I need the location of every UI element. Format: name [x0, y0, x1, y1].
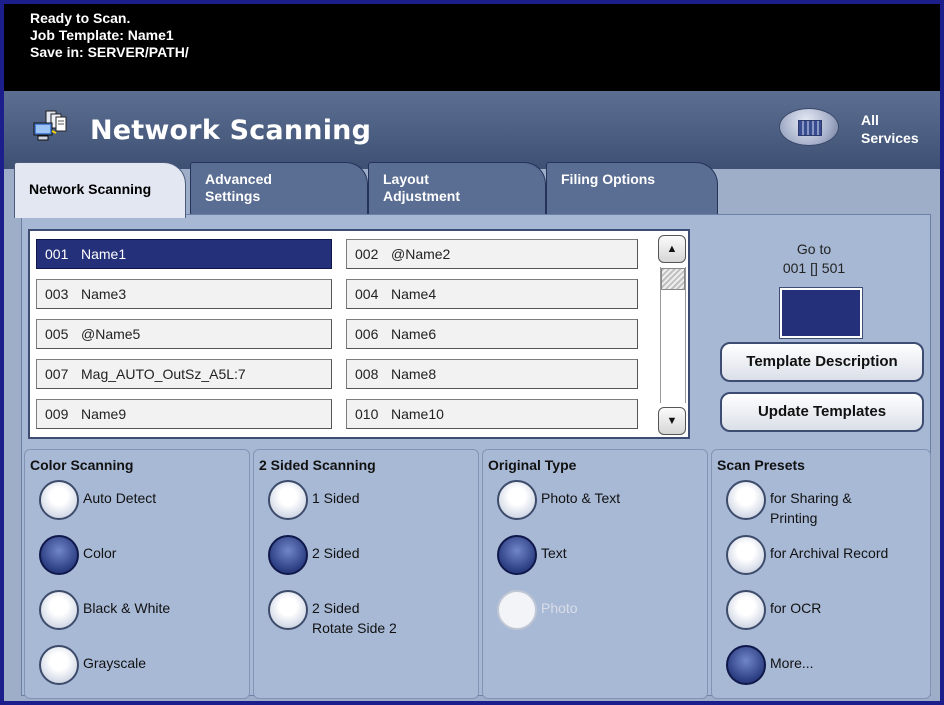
- list-scrollbar[interactable]: ▲ ▼: [658, 235, 686, 435]
- scan-presets-group: Scan Presets for Sharing & Printing for …: [711, 449, 931, 699]
- update-templates-button[interactable]: Update Templates: [720, 392, 924, 432]
- tab-advanced-settings[interactable]: Advanced Settings: [190, 162, 368, 214]
- list-item[interactable]: 004 Name4: [346, 279, 638, 309]
- group-title: 2 Sided Scanning: [259, 457, 376, 473]
- scroll-up-button[interactable]: ▲: [658, 235, 686, 263]
- all-services-label[interactable]: All Services: [861, 111, 919, 147]
- template-list: 001 Name1 002 @Name2 003 Name3 004 Name4 005…: [28, 229, 690, 439]
- radio-button[interactable]: [39, 645, 79, 685]
- list-item[interactable]: 006 Name6: [346, 319, 638, 349]
- radio-button[interactable]: [726, 590, 766, 630]
- app-header: Network Scanning All Services: [4, 91, 940, 169]
- radio-button-selected[interactable]: [268, 535, 308, 575]
- tab-network-scanning[interactable]: Network Scanning: [14, 162, 186, 218]
- radio-button-disabled: [497, 590, 537, 630]
- scroll-thumb[interactable]: [661, 268, 685, 290]
- network-scanning-icon: [33, 110, 67, 141]
- goto-label: Go to 001 [] 501: [782, 241, 846, 276]
- page-title: Network Scanning: [90, 115, 372, 146]
- list-item[interactable]: 002 @Name2: [346, 239, 638, 269]
- arrow-down-icon: ▼: [666, 415, 678, 427]
- list-item[interactable]: 001 Name1: [36, 239, 332, 269]
- radio-button[interactable]: [497, 480, 537, 520]
- scanner-screen: Ready to Scan. Job Template: Name1 Save …: [0, 0, 944, 705]
- list-item[interactable]: 009 Name9: [36, 399, 332, 429]
- original-type-group: Original Type Photo & Text Text Photo: [482, 449, 708, 699]
- radio-button-selected[interactable]: [39, 535, 79, 575]
- arrow-up-icon: ▲: [666, 243, 678, 255]
- list-item[interactable]: 007 Mag_AUTO_OutSz_A5L:7: [36, 359, 332, 389]
- scroll-track[interactable]: [660, 267, 686, 403]
- group-title: Original Type: [488, 457, 577, 473]
- radio-button[interactable]: [39, 590, 79, 630]
- two-sided-group: 2 Sided Scanning 1 Sided 2 Sided 2 Sided…: [253, 449, 479, 699]
- template-description-button[interactable]: Template Description: [720, 342, 924, 382]
- list-item[interactable]: 003 Name3: [36, 279, 332, 309]
- color-scanning-group: Color Scanning Auto Detect Color Black &…: [24, 449, 250, 699]
- status-job-template: Job Template: Name1: [30, 27, 174, 43]
- status-area: Ready to Scan. Job Template: Name1 Save …: [4, 4, 940, 91]
- services-grid-icon: [798, 120, 822, 136]
- group-title: Color Scanning: [30, 457, 134, 473]
- radio-button[interactable]: [726, 480, 766, 520]
- all-services-button[interactable]: [780, 109, 838, 145]
- scroll-down-button[interactable]: ▼: [658, 407, 686, 435]
- list-item[interactable]: 010 Name10: [346, 399, 638, 429]
- radio-button[interactable]: [39, 480, 79, 520]
- group-title: Scan Presets: [717, 457, 805, 473]
- status-save-in: Save in: SERVER/PATH/: [30, 44, 189, 60]
- tab-filing-options[interactable]: Filing Options: [546, 162, 718, 214]
- tab-layout-adjustment[interactable]: Layout Adjustment: [368, 162, 546, 214]
- radio-button[interactable]: [726, 535, 766, 575]
- radio-button[interactable]: [268, 590, 308, 630]
- radio-button-selected[interactable]: [497, 535, 537, 575]
- radio-button-selected[interactable]: [726, 645, 766, 685]
- list-item[interactable]: 005 @Name5: [36, 319, 332, 349]
- radio-button[interactable]: [268, 480, 308, 520]
- list-item[interactable]: 008 Name8: [346, 359, 638, 389]
- goto-input[interactable]: [779, 287, 863, 339]
- status-ready: Ready to Scan.: [30, 10, 131, 26]
